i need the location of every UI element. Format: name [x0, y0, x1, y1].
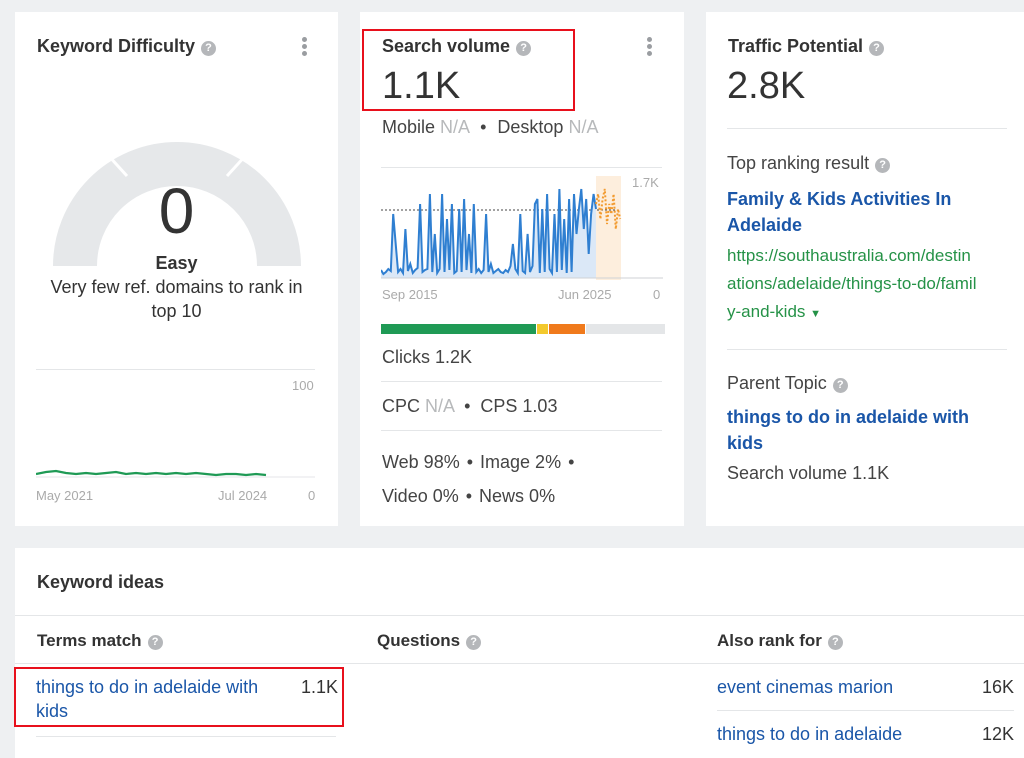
click-bar-segment [535, 324, 548, 334]
divider [15, 663, 1024, 664]
column-also-rank-for: Also rank for? [717, 631, 843, 651]
divider [381, 430, 662, 431]
divider [36, 736, 336, 737]
parent-topic-link[interactable]: things to do in adelaide with kids [727, 404, 969, 456]
top-result-title-link[interactable]: Family & Kids Activities In Adelaide [727, 186, 982, 238]
clicks-stat: Clicks 1.2K [382, 347, 473, 367]
serp-type-stats: Web 98% • Image 2% • Video 0% • News 0% [382, 452, 575, 506]
more-options-icon[interactable] [302, 37, 308, 58]
clicks-distribution-bar [381, 324, 665, 334]
parent-topic-volume: Search volume 1.1K [727, 463, 890, 483]
highlight-box [362, 29, 575, 111]
top-result-url-link[interactable]: https://southaustralia.com/destin ations… [727, 242, 976, 328]
keyword-volume: 12K [981, 724, 1014, 744]
highlight-box [14, 667, 344, 727]
keyword-ideas-title: Keyword ideas [37, 572, 165, 592]
divider [717, 710, 1014, 711]
keyword-link[interactable]: things to do in adelaide [717, 724, 902, 744]
sv-chart-min: 0 [653, 287, 661, 302]
tp-value: 2.8K [727, 65, 806, 107]
top-result-label: Top ranking result? [727, 153, 891, 174]
kd-x-end: Jul 2024 [218, 488, 268, 503]
click-bar-segment [547, 324, 586, 334]
sv-x-start: Sep 2015 [382, 287, 438, 302]
parent-topic-label: Parent Topic? [727, 373, 848, 394]
keyword-link[interactable]: event cinemas marion [717, 677, 893, 697]
kd-chart-min: 0 [308, 488, 316, 503]
divider [15, 615, 1024, 616]
sv-x-end: Jun 2025 [558, 287, 612, 302]
kd-value: 0 [158, 175, 195, 247]
click-bar-segment [585, 324, 665, 334]
kd-description: Very few ref. domains to rank in top 10 [50, 277, 303, 321]
help-icon[interactable]: ? [201, 41, 217, 56]
keyword-volume: 16K [981, 677, 1014, 697]
help-icon[interactable]: ? [869, 41, 885, 56]
keyword-difficulty-card: Keyword Difficulty? 0 Easy Very few ref.… [15, 12, 338, 526]
help-icon[interactable]: ? [466, 635, 482, 650]
divider [727, 349, 1007, 350]
help-icon[interactable]: ? [875, 158, 891, 173]
kd-label: Easy [155, 253, 198, 273]
kd-title: Keyword Difficulty? [37, 36, 217, 57]
column-questions: Questions? [377, 631, 482, 651]
sv-history-chart [381, 176, 663, 280]
divider [381, 381, 662, 382]
kd-x-start: May 2021 [36, 488, 94, 503]
divider [727, 128, 1007, 129]
also-rank-row[interactable]: event cinemas marion 16K [717, 675, 1014, 699]
caret-down-icon[interactable]: ▼ [810, 308, 821, 320]
cpc-cps-stat: CPC N/A • CPS 1.03 [382, 396, 558, 416]
traffic-potential-card: Traffic Potential? 2.8K Top ranking resu… [706, 12, 1024, 526]
kd-chart-top-line [36, 369, 315, 370]
sv-chart-top-line [381, 167, 662, 168]
tp-title: Traffic Potential? [728, 36, 885, 57]
help-icon[interactable]: ? [832, 378, 848, 393]
column-terms-match: Terms match? [37, 631, 163, 651]
more-options-icon[interactable] [647, 37, 653, 58]
kd-chart-max: 100 [292, 378, 314, 393]
help-icon[interactable]: ? [147, 635, 163, 650]
help-icon[interactable]: ? [827, 635, 843, 650]
sv-device-split: Mobile N/A • Desktop N/A [382, 117, 599, 137]
kd-history-chart [36, 469, 315, 478]
also-rank-row[interactable]: things to do in adelaide 12K [717, 722, 1014, 746]
click-bar-segment [381, 324, 536, 334]
